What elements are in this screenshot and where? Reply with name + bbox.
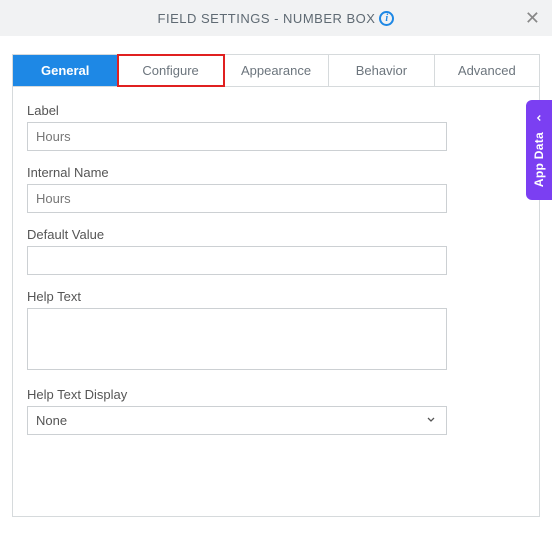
help-text-display-select-wrap: None [27,406,447,435]
field-group-help-text: Help Text [27,289,525,373]
internal-name-input[interactable] [27,184,447,213]
help-text-input[interactable] [27,308,447,370]
field-group-label: Label [27,103,525,151]
tab-advanced[interactable]: Advanced [435,55,539,86]
chevron-left-icon [534,112,544,126]
tab-general[interactable]: General [13,55,118,86]
internal-name-caption: Internal Name [27,165,525,180]
label-caption: Label [27,103,525,118]
field-group-default-value: Default Value [27,227,525,275]
tab-configure[interactable]: Configure [118,55,223,86]
tab-appearance[interactable]: Appearance [224,55,329,86]
close-icon[interactable]: ✕ [525,9,540,27]
help-text-caption: Help Text [27,289,525,304]
dialog-body: General Configure Appearance Behavior Ad… [0,36,552,517]
info-icon[interactable]: i [379,11,394,26]
dialog-title-wrap: FIELD SETTINGS - NUMBER BOX i [158,11,395,26]
help-text-display-select[interactable]: None [27,406,447,435]
side-tab-app-data[interactable]: App Data [526,100,552,200]
dialog-title: FIELD SETTINGS - NUMBER BOX [158,11,376,26]
field-group-internal-name: Internal Name [27,165,525,213]
help-text-display-caption: Help Text Display [27,387,525,402]
side-tab-label: App Data [532,132,546,187]
default-value-caption: Default Value [27,227,525,242]
tab-behavior[interactable]: Behavior [329,55,434,86]
label-input[interactable] [27,122,447,151]
tab-panel-general: Label Internal Name Default Value Help T… [12,87,540,517]
field-group-help-text-display: Help Text Display None [27,387,525,435]
tab-bar: General Configure Appearance Behavior Ad… [12,54,540,87]
dialog-header: FIELD SETTINGS - NUMBER BOX i ✕ [0,0,552,36]
default-value-input[interactable] [27,246,447,275]
